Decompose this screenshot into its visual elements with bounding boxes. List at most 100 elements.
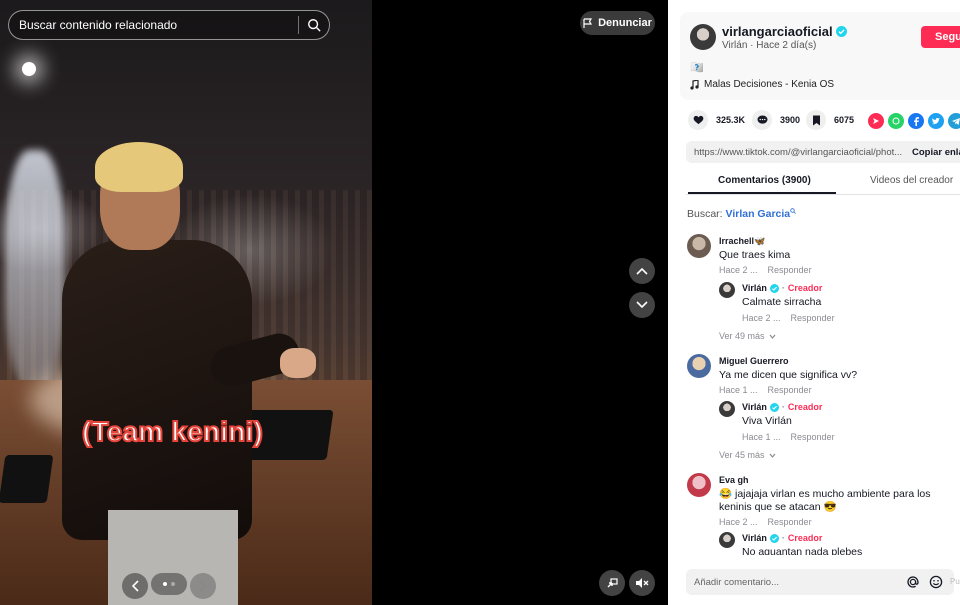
like-count: 325.3K	[716, 115, 746, 125]
post-date: Hace 2 día(s)	[756, 40, 817, 51]
comment-search-term[interactable]: Virlan Garcia	[726, 208, 791, 220]
music-note-icon	[690, 79, 699, 90]
creator-avatar[interactable]	[690, 24, 716, 50]
comment-composer[interactable]: Añadir comentario...	[686, 569, 954, 595]
related-search-bar[interactable]: Buscar contenido relacionado	[8, 10, 330, 40]
search-divider	[298, 16, 299, 34]
commenter-name[interactable]: Miguel Guerrero	[719, 356, 789, 366]
creator-card: virlangarciaoficial Virlán · Hace 2 día(…	[680, 12, 960, 100]
comment-input[interactable]: Añadir comentario...	[694, 577, 779, 588]
report-label: Denunciar	[598, 17, 652, 29]
commenter-name[interactable]: Eva gh	[719, 475, 749, 485]
stage-monitor	[0, 455, 54, 503]
search-placeholder[interactable]: Buscar contenido relacionado	[19, 18, 298, 32]
creator-username[interactable]: virlangarciaoficial	[722, 24, 847, 39]
creator-reply-avatar[interactable]	[719, 532, 735, 548]
comment-button[interactable]: 3900	[752, 110, 800, 130]
post-comment-button[interactable]: Pu	[950, 577, 960, 586]
view-more-label[interactable]: Ver 45 más	[719, 450, 765, 460]
facebook-icon[interactable]	[908, 113, 924, 129]
creator-reply-avatar[interactable]	[719, 401, 735, 417]
commenter-name[interactable]: Irrachell🦋	[719, 236, 765, 247]
comment-search-suggestion[interactable]: Buscar: Virlan Garcia	[687, 208, 797, 220]
post-description: 🇽🇽	[690, 62, 704, 74]
share-repost-icon[interactable]	[868, 113, 884, 129]
like-button[interactable]: 325.3K	[688, 110, 745, 130]
view-more-replies[interactable]: Ver 45 más	[719, 450, 776, 460]
comment-icon	[752, 110, 772, 130]
reply-button[interactable]: Responder	[768, 265, 812, 275]
media-viewer: (Team kenini) Buscar contenido relaciona…	[0, 0, 668, 605]
music-title[interactable]: Malas Decisiones - Kenia OS	[704, 79, 834, 90]
twitter-icon[interactable]	[928, 113, 944, 129]
comment-meta: Hace 1 ... Responder	[719, 385, 812, 395]
creator-subtitle: Virlán · Hace 2 día(s)	[722, 40, 817, 51]
reply-button[interactable]: Responder	[768, 385, 812, 395]
verified-badge-icon	[769, 533, 779, 543]
verified-badge-icon	[769, 283, 779, 293]
search-icon	[790, 208, 797, 214]
tab-comments[interactable]: Comentarios (3900)	[718, 175, 811, 186]
commenter-avatar[interactable]	[687, 473, 711, 497]
share-link-box[interactable]: https://www.tiktok.com/@virlangarciaofic…	[686, 141, 960, 163]
chevron-down-icon	[769, 453, 775, 458]
reply-button[interactable]: Responder	[791, 313, 835, 323]
reply-time: Hace 1 ...	[742, 432, 781, 442]
pip-icon	[607, 578, 618, 588]
creator-reply-avatar[interactable]	[719, 282, 735, 298]
report-button[interactable]: Denunciar	[580, 11, 655, 35]
save-button[interactable]: 6075	[806, 110, 854, 130]
follow-button[interactable]: Segu	[921, 26, 960, 48]
creator-username-text[interactable]: virlangarciaoficial	[722, 24, 833, 39]
chevron-down-icon	[769, 334, 775, 339]
emoji-icon[interactable]	[929, 575, 943, 589]
comment-search-label: Buscar:	[687, 208, 723, 220]
chevron-right-icon	[199, 580, 207, 592]
flag-icon	[583, 17, 593, 28]
whatsapp-icon[interactable]	[888, 113, 904, 129]
heart-icon	[688, 110, 708, 130]
creator-tag: Creador	[787, 283, 823, 293]
person-body	[62, 240, 252, 540]
commenter-avatar[interactable]	[687, 354, 711, 378]
next-video-button[interactable]	[629, 292, 655, 318]
copy-link-button[interactable]: Copiar enla	[912, 147, 960, 158]
carousel-next-button[interactable]	[190, 573, 216, 599]
music-link[interactable]: Malas Decisiones - Kenia OS	[690, 79, 834, 90]
chevron-up-icon	[636, 267, 648, 275]
creator-reply-name[interactable]: Virlán · Creador	[742, 533, 822, 543]
reply-username[interactable]: Virlán	[742, 402, 767, 412]
details-panel: virlangarciaoficial Virlán · Hace 2 día(…	[668, 0, 960, 605]
creator-reply-name[interactable]: Virlán · Creador	[742, 402, 822, 412]
carousel-prev-button[interactable]	[122, 573, 148, 599]
reply-button[interactable]: Responder	[791, 432, 835, 442]
reply-meta: Hace 2 ... Responder	[742, 313, 835, 323]
commenter-avatar[interactable]	[687, 234, 711, 258]
bookmark-icon	[806, 110, 826, 130]
view-more-label[interactable]: Ver 49 más	[719, 331, 765, 341]
comment-meta: Hace 2 ... Responder	[719, 517, 812, 527]
stage-smoke	[5, 150, 65, 390]
view-more-replies[interactable]: Ver 49 más	[719, 331, 776, 341]
reply-button[interactable]: Responder	[768, 517, 812, 527]
creator-reply-name[interactable]: Virlán · Creador	[742, 283, 822, 293]
tab-creator-videos[interactable]: Videos del creador	[870, 175, 953, 186]
active-tab-indicator	[688, 192, 836, 194]
previous-video-button[interactable]	[629, 258, 655, 284]
panel-tabs: Comentarios (3900) Videos del creador	[686, 167, 960, 195]
search-icon[interactable]	[307, 18, 321, 32]
telegram-icon[interactable]	[948, 113, 960, 129]
creator-tag: Creador	[787, 402, 823, 412]
mute-button[interactable]	[629, 570, 655, 596]
chevron-left-icon	[131, 580, 139, 592]
reply-username[interactable]: Virlán	[742, 283, 767, 293]
mention-icon[interactable]	[906, 575, 920, 589]
reply-username[interactable]: Virlán	[742, 533, 767, 543]
action-bar: 325.3K 3900 6075	[668, 110, 960, 134]
volume-mute-icon	[636, 578, 649, 588]
verified-badge-icon	[835, 26, 847, 37]
carousel-indicator	[151, 573, 187, 595]
carousel-dot	[163, 582, 167, 586]
floating-player-button[interactable]	[599, 570, 625, 596]
share-url[interactable]: https://www.tiktok.com/@virlangarciaofic…	[694, 147, 904, 158]
